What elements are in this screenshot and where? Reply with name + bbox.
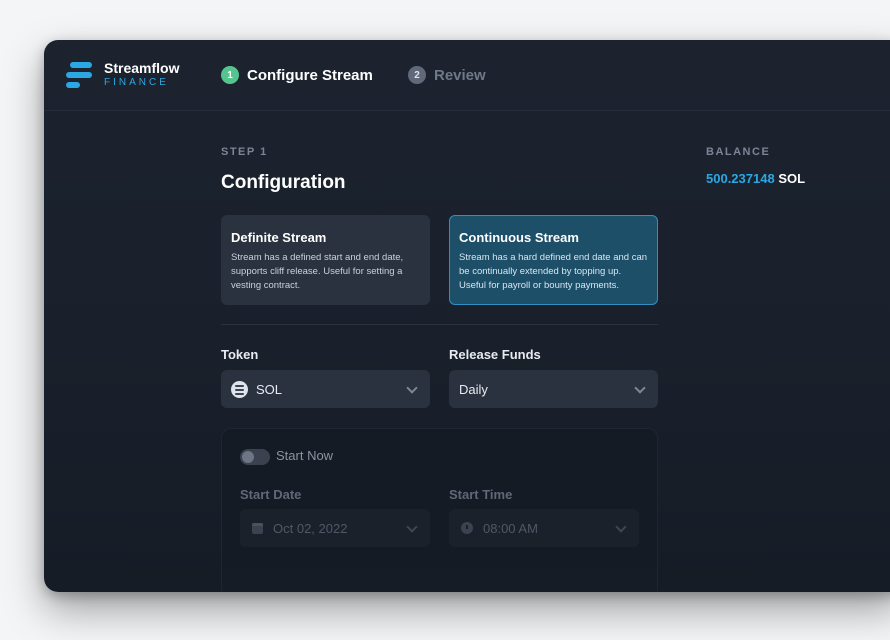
token-label: Token (221, 347, 259, 362)
card-description: Stream has a hard defined end date and c… (459, 252, 648, 291)
start-date-label: Start Date (240, 487, 302, 502)
card-title: Continuous Stream (459, 230, 579, 245)
brand-subtitle: FINANCE (104, 77, 169, 88)
header: Streamflow FINANCE 1 Configure Stream 2 … (44, 40, 890, 111)
clock-icon (461, 522, 473, 534)
start-time-label: Start Time (449, 487, 513, 502)
tab-label: Configure Stream (247, 66, 373, 84)
release-funds-select[interactable]: Daily (449, 370, 658, 408)
solana-icon (231, 380, 248, 398)
brand-name: Streamflow (104, 60, 180, 76)
tab-label: Review (434, 66, 486, 84)
start-settings-panel: Start Now Start Date Oct 02, 2022 Start … (221, 428, 658, 592)
continuous-stream-card[interactable]: Continuous Stream Stream has a hard defi… (449, 215, 658, 305)
token-select-value: SOL (256, 381, 283, 397)
app-window: Streamflow FINANCE 1 Configure Stream 2 … (44, 40, 890, 592)
card-description: Stream has a defined start and end date,… (231, 252, 404, 291)
step-label: STEP 1 (221, 146, 268, 158)
balance-amount: 500.237148 (706, 171, 775, 186)
balance-unit: SOL (778, 171, 806, 186)
toggle-knob (242, 451, 254, 463)
chevron-down-icon (634, 382, 646, 394)
streamflow-logo-icon (66, 62, 92, 90)
balance-value: 500.237148 SOL (706, 171, 805, 186)
start-now-toggle[interactable] (240, 449, 270, 465)
fade-overlay (222, 551, 657, 592)
release-funds-value: Daily (459, 381, 488, 397)
tab-review[interactable]: 2 Review (408, 66, 486, 84)
tab-configure-stream[interactable]: 1 Configure Stream (221, 66, 373, 84)
divider (221, 324, 658, 325)
step-number-badge: 2 (408, 66, 426, 84)
release-funds-label: Release Funds (449, 347, 541, 362)
start-date-field[interactable]: Oct 02, 2022 (240, 509, 430, 547)
balance-label: BALANCE (706, 146, 771, 158)
start-time-value: 08:00 AM (483, 520, 538, 536)
definite-stream-card[interactable]: Definite Stream Stream has a defined sta… (221, 215, 430, 305)
chevron-down-icon (406, 382, 418, 394)
start-date-value: Oct 02, 2022 (273, 520, 348, 536)
chevron-down-icon (615, 521, 627, 533)
calendar-icon (252, 522, 263, 534)
start-time-field[interactable]: 08:00 AM (449, 509, 639, 547)
start-now-label: Start Now (276, 448, 334, 463)
step-number-badge: 1 (221, 66, 239, 84)
token-select[interactable]: SOL (221, 370, 430, 408)
card-title: Definite Stream (231, 230, 327, 245)
page-title: Configuration (221, 172, 346, 193)
chevron-down-icon (406, 521, 418, 533)
